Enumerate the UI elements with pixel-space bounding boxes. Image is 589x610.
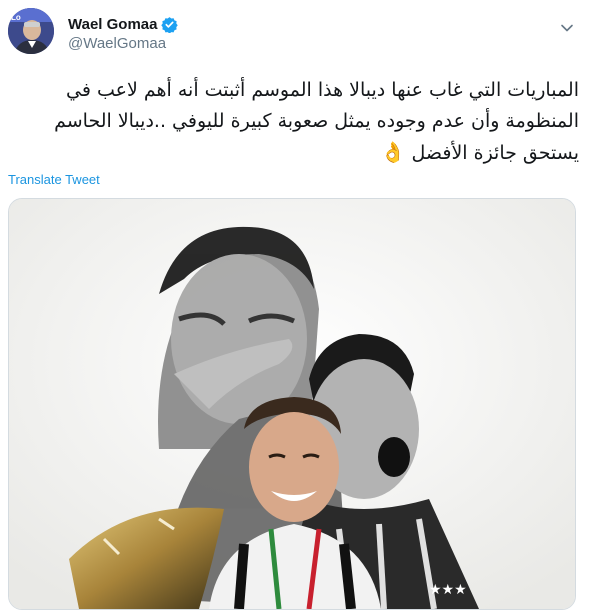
- author-info: Wael Gomaa @WaelGomaa: [68, 16, 179, 52]
- svg-text:Lo: Lo: [11, 13, 21, 22]
- tweet-header: Lo Wael Gomaa @WaelGomaa: [6, 6, 583, 64]
- verified-badge-icon: [161, 16, 179, 34]
- tweet: Lo Wael Gomaa @WaelGomaa المباريات التي …: [0, 0, 589, 610]
- name-row: Wael Gomaa: [68, 16, 179, 34]
- chevron-down-icon[interactable]: [557, 18, 577, 38]
- avatar[interactable]: Lo: [8, 8, 54, 54]
- translate-tweet-link[interactable]: Translate Tweet: [8, 172, 100, 187]
- tweet-photo[interactable]: ★★★: [8, 198, 576, 610]
- tweet-body: المباريات التي غاب عنها ديبالا هذا الموس…: [54, 79, 579, 164]
- tweet-text: المباريات التي غاب عنها ديبالا هذا الموس…: [10, 75, 579, 169]
- svg-text:★★★: ★★★: [429, 582, 467, 598]
- handle[interactable]: @WaelGomaa: [68, 35, 178, 52]
- ok-hand-emoji: 👌: [380, 140, 406, 164]
- display-name[interactable]: Wael Gomaa: [68, 16, 157, 33]
